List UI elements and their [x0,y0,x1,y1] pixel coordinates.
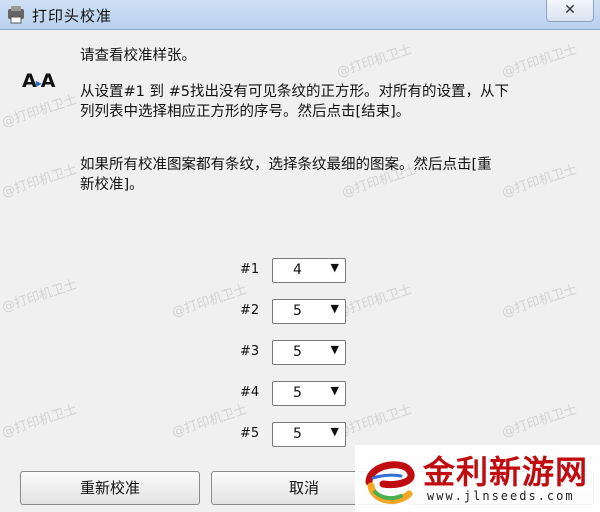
instruction-paragraph-1-line-1: 从设置#1 到 #5找出没有可见条纹的正方形。对所有的设置，从下 [80,84,509,100]
instruction-paragraph-2-line-2: 新校准]。 [80,177,144,193]
setting-label-1: #1 [240,262,260,277]
instruction-check-sheet: 请查看校准样张。 [80,48,196,64]
window-title: 打印头校准 [32,7,113,25]
watermark: @打印机卫士 [0,402,80,441]
watermark: @打印机卫士 [0,92,80,131]
chevron-down-icon: ▼ [330,425,339,438]
brand-logo [365,461,415,504]
instruction-paragraph-2-line-1: 如果所有校准图案都有条纹，选择条纹最细的图案。然后点击[重 [80,157,492,173]
watermark: @打印机卫士 [170,402,250,441]
setting-2-value: 5 [293,303,302,319]
chevron-down-icon: ▼ [330,302,339,315]
watermark: @打印机卫士 [500,402,580,441]
setting-5-dropdown[interactable]: 5 ▼ [272,422,346,447]
setting-label-2: #2 [240,303,260,318]
setting-5-value: 5 [293,426,302,442]
brand-url: www.jlnseeds.com [427,489,575,503]
instruction-paragraph-2: 如果所有校准图案都有条纹，选择条纹最细的图案。然后点击[重 新校准]。 [80,155,590,195]
chevron-down-icon: ▼ [330,261,339,274]
watermark: @打印机卫士 [500,42,580,81]
watermark: @打印机卫士 [170,282,250,321]
printer-head-icon [8,6,24,24]
alignment-icon-right-letter: A [40,70,56,92]
setting-3-dropdown[interactable]: 5 ▼ [272,340,346,365]
watermark: @打印机卫士 [0,277,80,316]
watermark: @打印机卫士 [0,162,80,201]
instruction-paragraph-1-line-2: 列列表中选择相应正方形的序号。然后点击[结束]。 [80,104,411,120]
setting-label-5: #5 [240,426,260,441]
setting-label-4: #4 [240,385,260,400]
recalibrate-button[interactable]: 重新校准 [20,471,200,505]
setting-1-dropdown[interactable]: 4 ▼ [272,258,346,283]
title-bar: 打印头校准 ✕ [0,0,600,30]
watermark: @打印机卫士 [335,42,415,81]
brand-watermark: 金利新游网 www.jlnseeds.com [355,445,600,512]
setting-4-value: 5 [293,385,302,401]
instruction-paragraph-1: 从设置#1 到 #5找出没有可见条纹的正方形。对所有的设置，从下 列列表中选择相… [80,82,590,122]
chevron-down-icon: ▼ [330,384,339,397]
setting-1-value: 4 [293,262,302,278]
alignment-icon: A▸A [22,70,56,92]
setting-3-value: 5 [293,344,302,360]
close-icon: ✕ [564,2,576,18]
watermark: @打印机卫士 [500,282,580,321]
alignment-icon-left-letter: A [22,70,37,92]
chevron-down-icon: ▼ [330,343,339,356]
brand-name: 金利新游网 [423,453,589,491]
setting-2-dropdown[interactable]: 5 ▼ [272,299,346,324]
setting-label-3: #3 [240,344,260,359]
close-button[interactable]: ✕ [546,0,594,22]
setting-4-dropdown[interactable]: 5 ▼ [272,381,346,406]
